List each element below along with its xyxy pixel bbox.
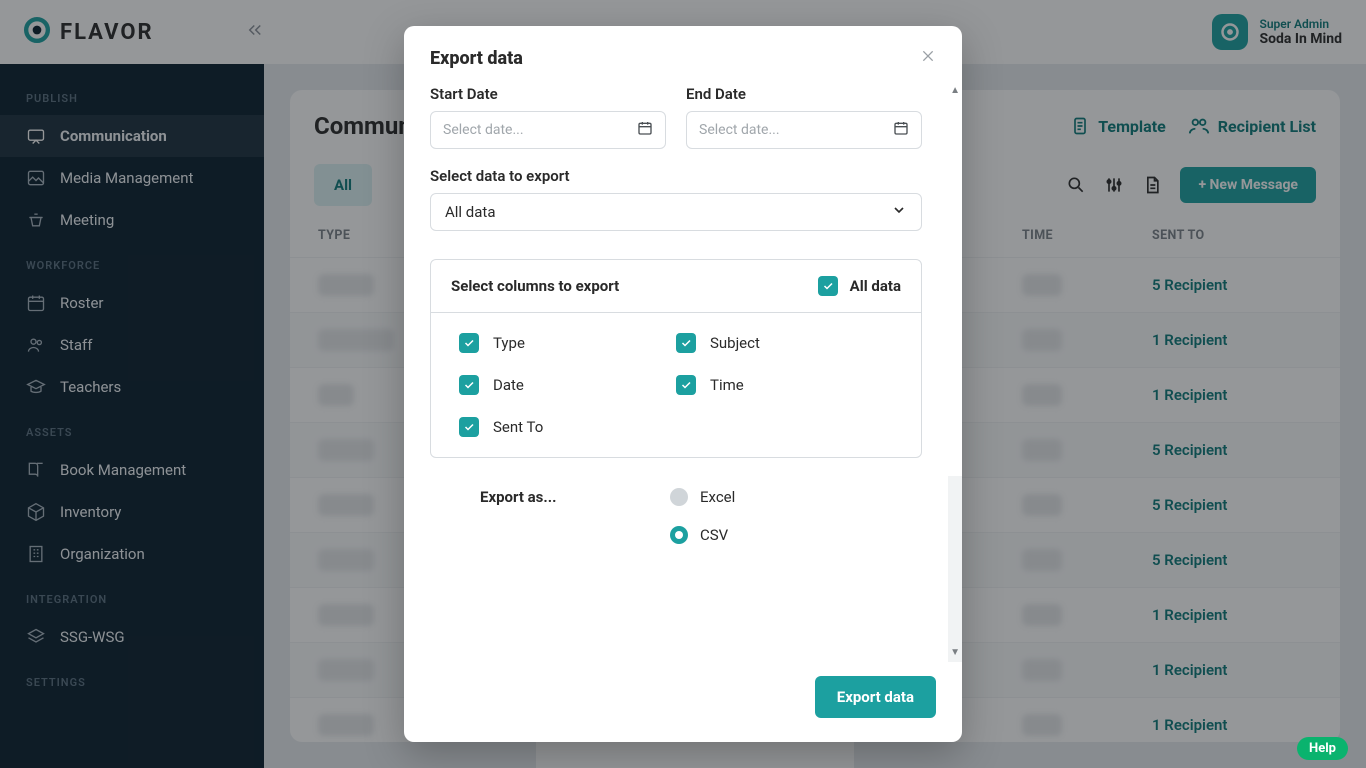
calendar-icon <box>637 120 653 140</box>
radio-excel[interactable]: Excel <box>670 488 735 506</box>
check-label: Subject <box>710 334 760 352</box>
column-check-date[interactable]: Date <box>459 375 676 395</box>
all-data-label: All data <box>850 277 901 295</box>
columns-title: Select columns to export <box>451 277 619 295</box>
start-date-label: Start Date <box>430 85 666 103</box>
select-data-dropdown[interactable]: All data <box>430 193 922 231</box>
check-label: Sent To <box>493 418 543 436</box>
checkbox-icon <box>459 417 479 437</box>
select-data-value: All data <box>445 203 496 221</box>
modal-footer: Export data <box>404 662 962 742</box>
modal-scroll: ▲ ▼ Start Date Select date... End Date <box>404 81 962 662</box>
check-label: Time <box>710 376 744 394</box>
scroll-down-icon[interactable]: ▼ <box>950 647 960 658</box>
modal-body: Start Date Select date... End Date Selec… <box>404 81 948 578</box>
radio-csv[interactable]: CSV <box>670 526 735 544</box>
modal-header: Export data <box>404 26 962 81</box>
check-label: Date <box>493 376 524 394</box>
start-date-placeholder: Select date... <box>443 122 524 138</box>
radio-on-icon <box>670 526 688 544</box>
scrollbar-thumb[interactable] <box>948 81 962 476</box>
all-data-checkbox-group[interactable]: All data <box>818 276 901 296</box>
end-date-input[interactable]: Select date... <box>686 111 922 149</box>
close-icon[interactable] <box>920 48 936 69</box>
check-label: Type <box>493 334 525 352</box>
column-check-type[interactable]: Type <box>459 333 676 353</box>
radio-off-icon <box>670 488 688 506</box>
column-check-time[interactable]: Time <box>676 375 893 395</box>
radio-label: Excel <box>700 488 735 506</box>
radio-label: CSV <box>700 526 728 544</box>
help-bubble[interactable]: Help <box>1297 737 1348 760</box>
select-data-label: Select data to export <box>430 167 922 185</box>
export-data-button[interactable]: Export data <box>815 676 936 718</box>
checkbox-icon <box>459 375 479 395</box>
scroll-up-icon[interactable]: ▲ <box>950 85 960 96</box>
checkbox-icon <box>459 333 479 353</box>
columns-card: Select columns to export All data Type S… <box>430 259 922 458</box>
modal-title: Export data <box>430 48 523 69</box>
export-as-row: Export as... Excel CSV <box>430 478 922 554</box>
export-as-label: Export as... <box>480 488 670 544</box>
end-date-label: End Date <box>686 85 922 103</box>
checkbox-icon <box>676 375 696 395</box>
columns-card-header: Select columns to export All data <box>431 260 921 313</box>
columns-grid: Type Subject Date Time Sent To <box>431 313 921 457</box>
chevron-down-icon <box>891 202 907 222</box>
checkbox-icon <box>818 276 838 296</box>
column-check-sent-to[interactable]: Sent To <box>459 417 676 437</box>
export-modal: Export data ▲ ▼ Start Date Select date..… <box>404 26 962 742</box>
checkbox-icon <box>676 333 696 353</box>
column-check-subject[interactable]: Subject <box>676 333 893 353</box>
end-date-placeholder: Select date... <box>699 122 780 138</box>
calendar-icon <box>893 120 909 140</box>
start-date-input[interactable]: Select date... <box>430 111 666 149</box>
